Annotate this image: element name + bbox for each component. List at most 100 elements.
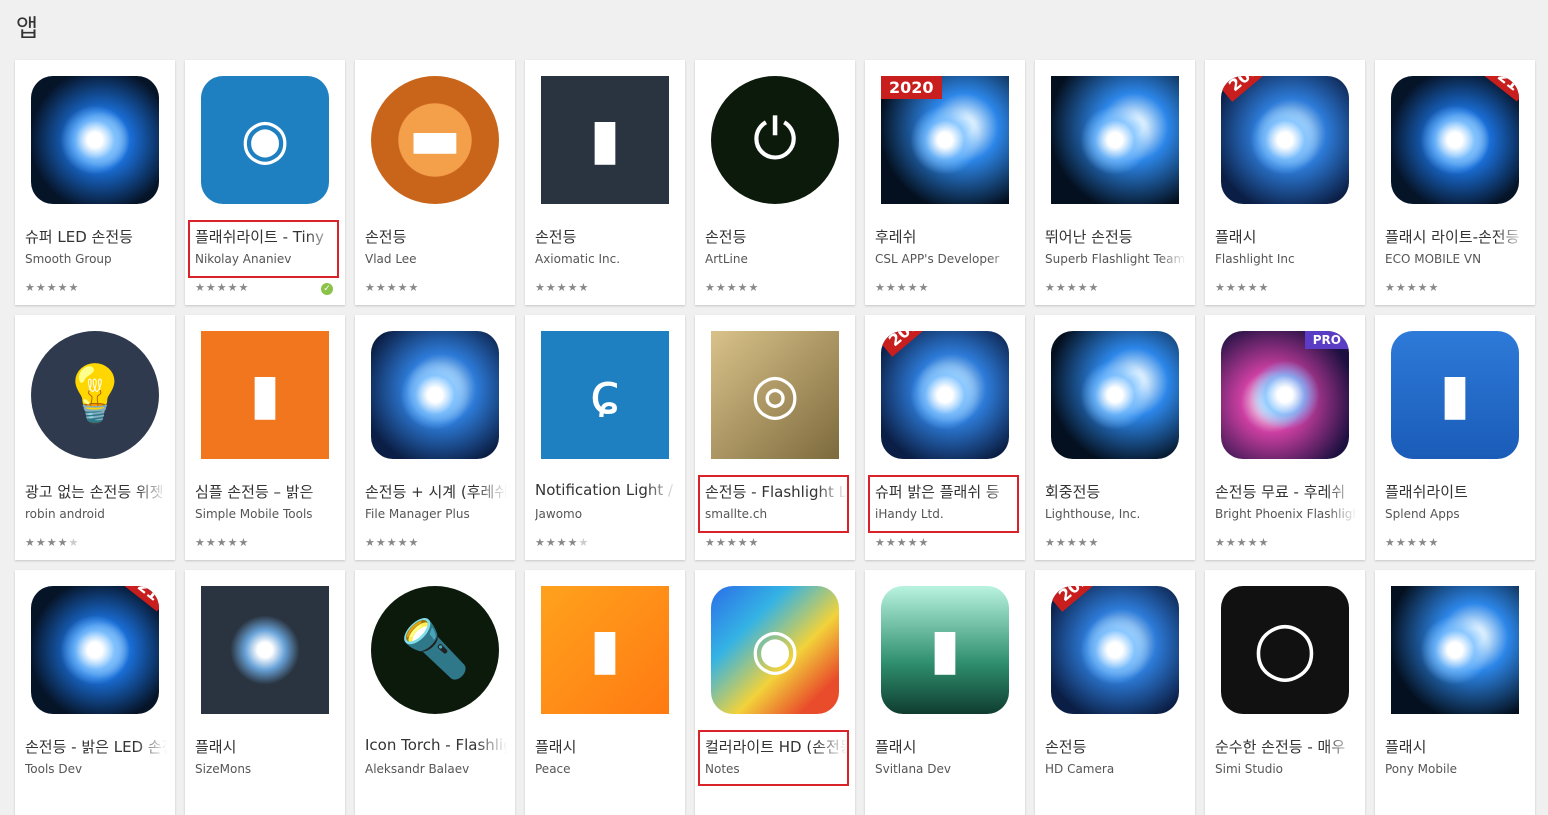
app-card[interactable]: 2019 슈퍼 밝은 플래쉬 등 iHandy Ltd. ★★★★★: [865, 315, 1025, 560]
app-developer[interactable]: Aleksandr Balaev: [365, 762, 507, 776]
app-developer[interactable]: Jawomo: [535, 507, 677, 521]
app-title[interactable]: 심플 손전등 – 밝은: [195, 481, 337, 502]
app-developer[interactable]: ECO MOBILE VN: [1385, 252, 1527, 266]
app-card[interactable]: ɕ Notification Light / LED Jawomo ★★★★★: [525, 315, 685, 560]
app-developer[interactable]: Peace: [535, 762, 677, 776]
flashlight-outline-icon[interactable]: ▮: [201, 331, 329, 459]
app-title[interactable]: 손전등: [1045, 736, 1187, 757]
app-title[interactable]: 손전등: [535, 226, 677, 247]
app-card[interactable]: 플래시 Pony Mobile: [1375, 570, 1535, 815]
torch-lamp-icon[interactable]: ◉: [201, 76, 329, 204]
app-card[interactable]: 2019 플래시 Flashlight Inc ★★★★★: [1205, 60, 1365, 305]
flashlight-phone-icon[interactable]: 2021: [1051, 586, 1179, 714]
app-title[interactable]: 손전등 + 시계 (후레쉬): [365, 481, 507, 502]
app-title[interactable]: 플래시: [1385, 736, 1527, 757]
app-card[interactable]: ▮ 심플 손전등 – 밝은 Simple Mobile Tools ★★★★★: [185, 315, 345, 560]
app-card[interactable]: 2021 플래시 라이트-손전등 ECO MOBILE VN ★★★★★: [1375, 60, 1535, 305]
app-card[interactable]: ▮ 손전등 Axiomatic Inc. ★★★★★: [525, 60, 685, 305]
app-developer[interactable]: Tools Dev: [25, 762, 167, 776]
app-card[interactable]: ▮ 플래시 Svitlana Dev: [865, 570, 1025, 815]
app-developer[interactable]: ArtLine: [705, 252, 847, 266]
app-developer[interactable]: Superb Flashlight Team: [1045, 252, 1187, 266]
color-flashlight-icon[interactable]: ◉: [711, 586, 839, 714]
app-developer[interactable]: Svitlana Dev: [875, 762, 1017, 776]
app-card[interactable]: 2020 후레쉬 CSL APP's Developer ★★★★★: [865, 60, 1025, 305]
app-developer[interactable]: File Manager Plus: [365, 507, 507, 521]
app-card[interactable]: ▬ 손전등 Vlad Lee ★★★★★: [355, 60, 515, 305]
flashlight-outline-icon[interactable]: ▮: [1391, 331, 1519, 459]
green-torch-icon[interactable]: 🔦: [371, 586, 499, 714]
app-title[interactable]: 플래시: [535, 736, 677, 757]
app-developer[interactable]: HD Camera: [1045, 762, 1187, 776]
flashlight-outline-icon[interactable]: ▮: [541, 586, 669, 714]
app-title[interactable]: 손전등: [705, 226, 847, 247]
green-flashlight-icon[interactable]: ▮: [881, 586, 1009, 714]
app-developer[interactable]: Splend Apps: [1385, 507, 1527, 521]
app-developer[interactable]: Lighthouse, Inc.: [1045, 507, 1187, 521]
app-developer[interactable]: Flashlight Inc: [1215, 252, 1357, 266]
app-card[interactable]: 🔦 Icon Torch - Flashlight Aleksandr Balaev: [355, 570, 515, 815]
app-title[interactable]: 손전등 무료 - 후레쉬: [1215, 481, 1357, 502]
light-bulb-icon[interactable]: 💡: [31, 331, 159, 459]
app-developer[interactable]: Nikolay Ananiev: [195, 252, 337, 266]
app-developer[interactable]: Notes: [705, 762, 847, 776]
app-title[interactable]: 손전등 - 밝은 LED 손전등: [25, 736, 167, 757]
app-card[interactable]: ⏻ 손전등 ArtLine ★★★★★: [695, 60, 855, 305]
app-card[interactable]: 슈퍼 LED 손전등 Smooth Group ★★★★★: [15, 60, 175, 305]
app-developer[interactable]: Smooth Group: [25, 252, 167, 266]
app-card[interactable]: 회중전등 Lighthouse, Inc. ★★★★★: [1035, 315, 1195, 560]
flashlight-phone-icon[interactable]: 2019: [881, 331, 1009, 459]
flashlight-phone-icon[interactable]: [1391, 586, 1519, 714]
app-developer[interactable]: Pony Mobile: [1385, 762, 1527, 776]
app-developer[interactable]: Axiomatic Inc.: [535, 252, 677, 266]
flashlight-phone-icon[interactable]: 2019: [1221, 76, 1349, 204]
app-card[interactable]: 2021 손전등 HD Camera: [1035, 570, 1195, 815]
app-title[interactable]: Icon Torch - Flashlight: [365, 736, 507, 754]
app-card[interactable]: ◎ 손전등 - Flashlight LED smallte.ch ★★★★★: [695, 315, 855, 560]
gold-flashlight-icon[interactable]: ◎: [711, 331, 839, 459]
flashlight-phone-icon[interactable]: [31, 76, 159, 204]
app-title[interactable]: 회중전등: [1045, 481, 1187, 502]
app-card[interactable]: 2021 손전등 - 밝은 LED 손전등 Tools Dev: [15, 570, 175, 815]
app-title[interactable]: 후레쉬: [875, 226, 1017, 247]
app-card[interactable]: ◉ 컬러라이트 HD (손전등) Notes: [695, 570, 855, 815]
flashlight-phone-icon[interactable]: [1051, 331, 1179, 459]
flashlight-phone-icon[interactable]: 2020: [881, 76, 1009, 204]
app-card[interactable]: 손전등 + 시계 (후레쉬) File Manager Plus ★★★★★: [355, 315, 515, 560]
app-title[interactable]: 플래시: [1215, 226, 1357, 247]
flashlight-beam-icon[interactable]: [201, 586, 329, 714]
app-title[interactable]: 슈퍼 LED 손전등: [25, 226, 167, 247]
notification-light-icon[interactable]: ɕ: [541, 331, 669, 459]
app-title[interactable]: 손전등: [365, 226, 507, 247]
app-developer[interactable]: Simi Studio: [1215, 762, 1357, 776]
app-title[interactable]: Notification Light / LED: [535, 481, 677, 499]
app-card[interactable]: ◯ 순수한 손전등 - 매우 Simi Studio: [1205, 570, 1365, 815]
flashlight-phone-icon[interactable]: 2021: [31, 586, 159, 714]
app-developer[interactable]: smallte.ch: [705, 507, 847, 521]
app-card[interactable]: 💡 광고 없는 손전등 위젯 robin android ★★★★★: [15, 315, 175, 560]
light-bulb-outline-icon[interactable]: ◯: [1221, 586, 1349, 714]
flashlight-outline-icon[interactable]: ▮: [541, 76, 669, 204]
flashlight-phone-icon[interactable]: PRO: [1221, 331, 1349, 459]
app-title[interactable]: 플래쉬라이트: [1385, 481, 1527, 502]
app-title[interactable]: 순수한 손전등 - 매우: [1215, 736, 1357, 757]
app-card[interactable]: ▮ 플래쉬라이트 Splend Apps ★★★★★: [1375, 315, 1535, 560]
app-developer[interactable]: Bright Phoenix Flashlight: [1215, 507, 1357, 521]
app-title[interactable]: 플래시 라이트-손전등: [1385, 226, 1527, 247]
app-title[interactable]: 플래시: [875, 736, 1017, 757]
app-title[interactable]: 손전등 - Flashlight LED: [705, 481, 847, 502]
app-card[interactable]: ◉ 플래쉬라이트 - Tiny Nikolay Ananiev ★★★★★ ✓: [185, 60, 345, 305]
app-developer[interactable]: iHandy Ltd.: [875, 507, 1017, 521]
app-title[interactable]: 컬러라이트 HD (손전등): [705, 736, 847, 757]
app-developer[interactable]: robin android: [25, 507, 167, 521]
app-title[interactable]: 광고 없는 손전등 위젯: [25, 481, 167, 502]
app-card[interactable]: PRO 손전등 무료 - 후레쉬 Bright Phoenix Flashlight…: [1205, 315, 1365, 560]
app-developer[interactable]: CSL APP's Developer: [875, 252, 1017, 266]
app-card[interactable]: 뛰어난 손전등 Superb Flashlight Team ★★★★★: [1035, 60, 1195, 305]
power-button-icon[interactable]: ⏻: [711, 76, 839, 204]
app-title[interactable]: 슈퍼 밝은 플래쉬 등: [875, 481, 1017, 502]
app-developer[interactable]: Vlad Lee: [365, 252, 507, 266]
flashlight-phone-icon[interactable]: [371, 331, 499, 459]
app-title[interactable]: 뛰어난 손전등: [1045, 226, 1187, 247]
app-developer[interactable]: SizeMons: [195, 762, 337, 776]
